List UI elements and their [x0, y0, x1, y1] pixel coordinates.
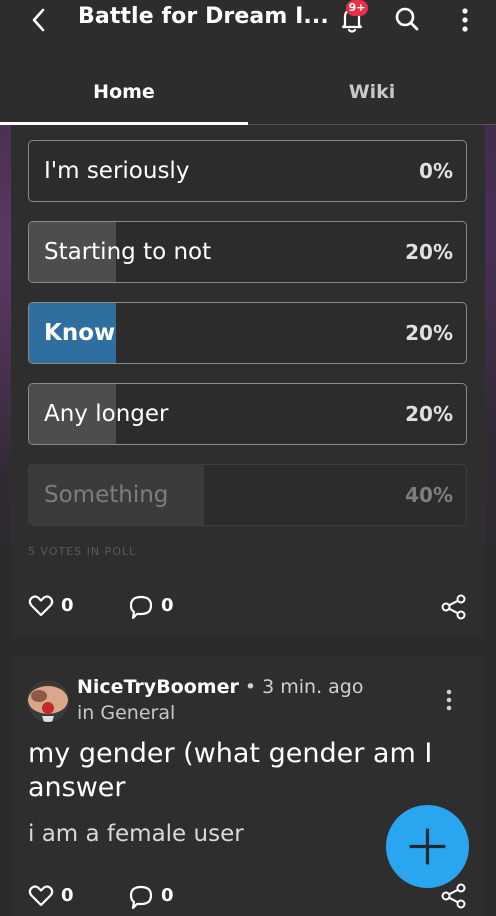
like-button[interactable]: 0	[28, 594, 88, 620]
poll-option-percent: 20%	[405, 402, 453, 426]
tab-home[interactable]: Home	[0, 76, 248, 125]
poll-option-percent: 20%	[405, 321, 453, 345]
heart-icon	[28, 595, 54, 617]
post-author-line: NiceTryBoomer • 3 min. ago	[77, 676, 364, 698]
post-body[interactable]: i am a female user	[28, 821, 244, 847]
title-row: Battle for Dream I... 9+	[0, 0, 496, 42]
share-icon[interactable]	[440, 882, 468, 910]
poll-option[interactable]: I'm seriously 0%	[28, 140, 467, 202]
post-category[interactable]: in General	[77, 702, 175, 724]
top-app-bar: Battle for Dream I... 9+ Home Wiki	[0, 0, 496, 125]
post-title[interactable]: my gender (what gender am I answer	[28, 737, 448, 805]
poll-option-label: Something	[44, 482, 169, 508]
comment-icon	[129, 595, 153, 620]
poll-option[interactable]: Any longer 20%	[28, 383, 467, 445]
poll-option-percent: 20%	[405, 240, 453, 264]
poll-option-percent: 40%	[405, 483, 453, 507]
notification-badge: 9+	[346, 0, 368, 16]
poll-option-selected[interactable]: Know 20%	[28, 302, 467, 364]
create-post-button[interactable]	[386, 805, 469, 888]
like-button[interactable]: 0	[28, 884, 88, 910]
poll-option-label: Any longer	[44, 401, 169, 427]
search-icon[interactable]	[394, 6, 420, 32]
poll-option-label: Know	[44, 320, 116, 346]
poll-option-label: I'm seriously	[44, 158, 190, 184]
plus-icon	[409, 828, 446, 865]
like-count: 0	[61, 885, 74, 906]
heart-icon	[28, 885, 54, 907]
poll-option-percent: 0%	[419, 159, 453, 183]
poll-option[interactable]: Starting to not 20%	[28, 221, 467, 283]
more-vertical-icon[interactable]	[455, 6, 475, 34]
poll-votes-count: 5 VOTES IN POLL	[28, 545, 137, 558]
post-more-icon[interactable]	[442, 688, 456, 716]
comment-icon	[129, 885, 153, 910]
author-name[interactable]: NiceTryBoomer	[77, 676, 239, 698]
tab-wiki[interactable]: Wiki	[248, 76, 496, 125]
like-count: 0	[61, 595, 74, 616]
comment-count: 0	[161, 595, 174, 616]
community-title[interactable]: Battle for Dream I...	[78, 4, 329, 29]
share-icon[interactable]	[440, 593, 468, 621]
active-tab-indicator	[0, 122, 248, 125]
comment-button[interactable]: 0	[128, 594, 188, 620]
poll-option[interactable]: Something 40%	[28, 464, 467, 526]
back-arrow-icon[interactable]	[26, 6, 54, 34]
comment-button[interactable]: 0	[128, 884, 188, 910]
comment-count: 0	[161, 885, 174, 906]
post-time: • 3 min. ago	[238, 676, 364, 698]
tab-bar: Home Wiki	[0, 76, 496, 125]
avatar[interactable]	[27, 680, 69, 722]
poll-option-label: Starting to not	[44, 239, 212, 265]
